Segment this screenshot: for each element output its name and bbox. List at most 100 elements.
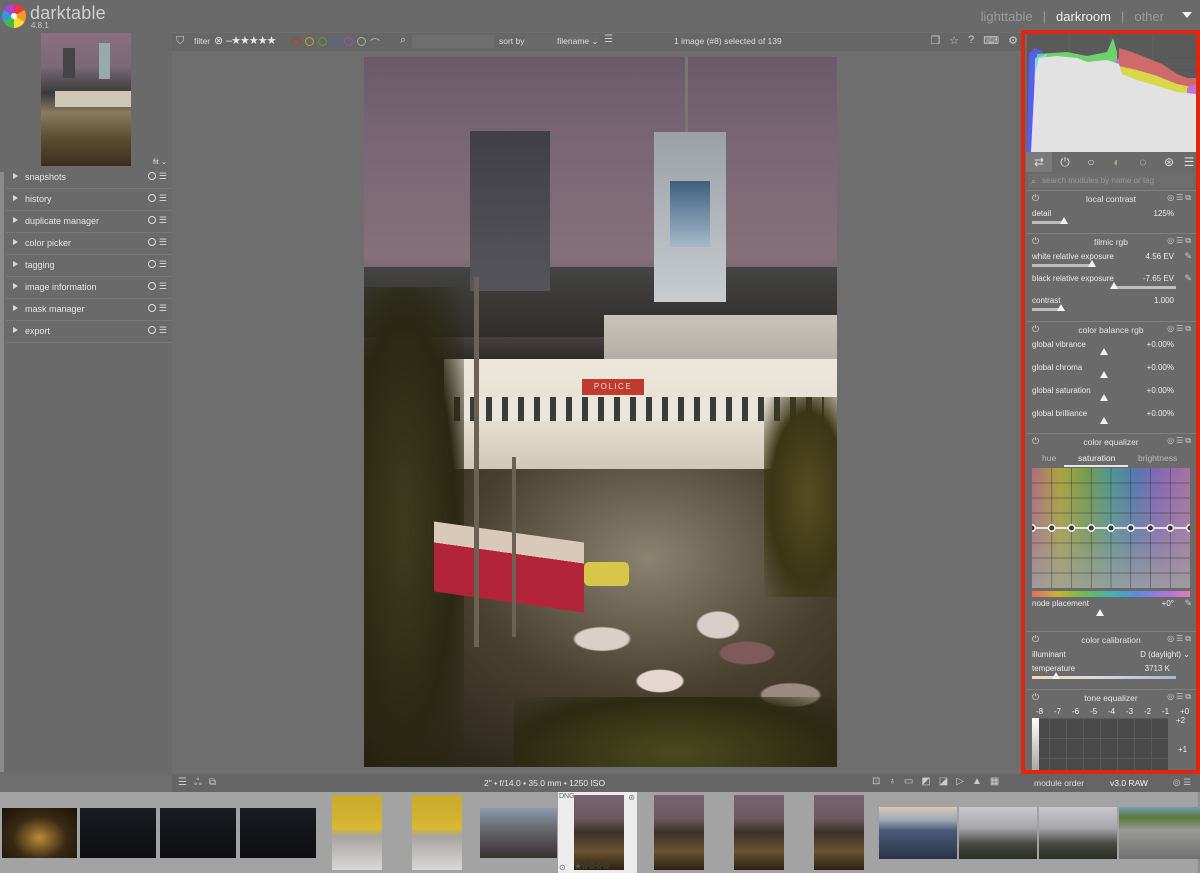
reset-icon[interactable] — [148, 194, 156, 202]
expand-arrow-icon[interactable] — [13, 195, 18, 201]
more-icon[interactable]: ☰ — [1182, 152, 1196, 172]
curve-node[interactable] — [1032, 524, 1036, 532]
utility-module-duplicate-manager[interactable]: duplicate manager ☰ — [6, 211, 172, 233]
tab-brightness[interactable]: brightness — [1138, 453, 1177, 463]
color-picker-icon[interactable]: ✎ — [1184, 598, 1192, 609]
slider-thumb[interactable] — [1057, 304, 1065, 311]
filter-icon[interactable]: ⛉ — [176, 35, 184, 48]
expand-arrow-icon[interactable] — [13, 327, 18, 333]
slider-thumb[interactable] — [1100, 417, 1108, 424]
expand-arrow-icon[interactable] — [13, 173, 18, 179]
module-header[interactable]: ⏻ tone equalizer ◎☰⧉ — [1026, 690, 1196, 706]
slider-thumb[interactable] — [1060, 217, 1068, 224]
styles-icon[interactable]: ஃ — [194, 777, 202, 789]
filmstrip-thumbnail[interactable] — [958, 792, 1038, 873]
presets-menu-icon[interactable]: ☰ — [159, 193, 167, 204]
tab-saturation[interactable]: saturation — [1078, 453, 1115, 463]
tab-hue[interactable]: hue — [1042, 453, 1056, 463]
slider-node-placement[interactable]: node placement +0° ✎ — [1026, 597, 1196, 617]
slider-global-saturation[interactable]: global saturation +0.00% — [1026, 384, 1196, 407]
base-icon[interactable]: ○ — [1078, 152, 1104, 172]
curve-node[interactable] — [1067, 524, 1076, 532]
presets-menu-icon[interactable]: ☰ — [159, 171, 167, 182]
module-header[interactable]: ⏻ color balance rgb ◎☰⧉ — [1026, 322, 1196, 338]
sort-field-select[interactable]: filename ⌄ — [525, 35, 599, 48]
view-other[interactable]: other — [1134, 9, 1164, 24]
color-label-filter-dot[interactable] — [305, 37, 314, 46]
presets-icon[interactable]: ☰ — [178, 777, 187, 789]
filmstrip-thumbnail[interactable] — [318, 792, 398, 873]
module-header-icons[interactable]: ◎☰⧉ — [1167, 236, 1193, 246]
presets-menu-icon[interactable]: ☰ — [159, 303, 167, 314]
module-header-icons[interactable]: ◎☰⧉ — [1167, 324, 1193, 334]
presets-menu-icon[interactable]: ☰ — [159, 325, 167, 336]
navigation-preview[interactable] — [41, 33, 131, 166]
module-header-icons[interactable]: ◎☰⧉ — [1167, 436, 1193, 446]
rating-filter[interactable]: –★★★★★ — [226, 34, 276, 47]
filmstrip-thumbnail[interactable] — [638, 792, 718, 873]
grid-icon[interactable]: ▦ — [990, 776, 999, 787]
filmstrip-thumbnail[interactable] — [1118, 792, 1200, 873]
module-header[interactable]: ⏻ local contrast ◎☰⧉ — [1026, 191, 1196, 207]
curve-node[interactable] — [1087, 524, 1096, 532]
altered-icon[interactable]: ⊛ — [628, 793, 635, 802]
zoom-select[interactable]: fit ⌄ — [153, 157, 167, 166]
collapse-header-arrow-icon[interactable] — [1182, 12, 1192, 18]
gamut-check-icon[interactable]: ▷ — [956, 776, 964, 787]
reset-icon[interactable] — [148, 172, 156, 180]
utility-module-snapshots[interactable]: snapshots ☰ — [6, 167, 172, 189]
group-icon[interactable]: ⊙ — [559, 863, 566, 872]
slider-thumb[interactable] — [1088, 260, 1096, 267]
slider-detail[interactable]: detail 125% — [1026, 207, 1196, 229]
slider-thumb[interactable] — [1110, 282, 1118, 289]
module-header-icons[interactable]: ◎☰⧉ — [1167, 634, 1193, 644]
color-picker-icon[interactable]: ✎ — [1184, 273, 1192, 284]
color-picker-icon[interactable]: ✎ — [1184, 251, 1192, 262]
slider-thumb[interactable] — [1052, 672, 1060, 679]
module-header[interactable]: ⏻ filmic rgb ◎☰⧉ — [1026, 234, 1196, 250]
presets-menu-icon[interactable]: ☰ — [159, 259, 167, 270]
module-header-icons[interactable]: ◎☰⧉ — [1167, 193, 1193, 203]
color-label-filter-dot[interactable] — [318, 37, 327, 46]
image-canvas[interactable]: POLICE — [172, 51, 1022, 774]
text-search-input[interactable] — [412, 35, 494, 48]
shortcuts-icon[interactable]: ⌨ — [983, 34, 999, 47]
curve-node[interactable] — [1126, 524, 1135, 532]
utility-module-mask-manager[interactable]: mask manager ☰ — [6, 299, 172, 321]
edited-photo[interactable]: POLICE — [364, 57, 837, 767]
expand-arrow-icon[interactable] — [13, 305, 18, 311]
filmstrip-thumbnail[interactable] — [238, 792, 318, 873]
expand-arrow-icon[interactable] — [13, 239, 18, 245]
second-window-icon[interactable]: ⧉ — [209, 777, 216, 789]
curve-node[interactable] — [1186, 524, 1190, 532]
utility-module-history[interactable]: history ☰ — [6, 189, 172, 211]
presets-menu-icon[interactable]: ☰ — [159, 215, 167, 226]
left-panel-collapse-handle[interactable] — [0, 172, 4, 772]
curve-node[interactable] — [1166, 524, 1175, 532]
slider-global-chroma[interactable]: global chroma +0.00% — [1026, 361, 1196, 384]
effect-icon[interactable]: ⊛ — [1156, 152, 1182, 172]
saturation-curve-graph[interactable] — [1032, 468, 1190, 588]
preferences-icon[interactable]: ⚙ — [1008, 34, 1018, 47]
color-label-none-dot[interactable] — [357, 37, 366, 46]
reject-filter-icon[interactable]: ⊗ — [214, 34, 223, 47]
curve-node[interactable] — [1107, 524, 1115, 532]
filmstrip-thumbnail[interactable] — [398, 792, 478, 873]
slider-thumb[interactable] — [1100, 394, 1108, 401]
slider-white-relative-exposure[interactable]: white relative exposure 4.56 EV ✎ — [1026, 250, 1196, 272]
reset-icon[interactable] — [148, 282, 156, 290]
color-label-filter-dot[interactable] — [344, 37, 353, 46]
clipping-icon[interactable]: ◩ — [921, 776, 930, 787]
module-order-icons[interactable]: ◎☰ — [1173, 777, 1194, 788]
presets-menu-icon[interactable]: ☰ — [159, 281, 167, 292]
sort-order-icon[interactable]: ☰ — [604, 34, 613, 45]
color-label-operator-icon[interactable]: ⌒ — [370, 35, 380, 50]
filmstrip-thumbnail[interactable] — [878, 792, 958, 873]
reset-icon[interactable] — [148, 238, 156, 246]
color-label-filter-dot[interactable] — [331, 37, 340, 46]
view-lighttable[interactable]: lighttable — [981, 9, 1033, 24]
star-overlay-icon[interactable]: ☆ — [949, 34, 959, 47]
slider-global-vibrance[interactable]: global vibrance +0.00% — [1026, 338, 1196, 361]
utility-module-export[interactable]: export ☰ — [6, 321, 172, 343]
filmstrip-thumbnail[interactable] — [158, 792, 238, 873]
